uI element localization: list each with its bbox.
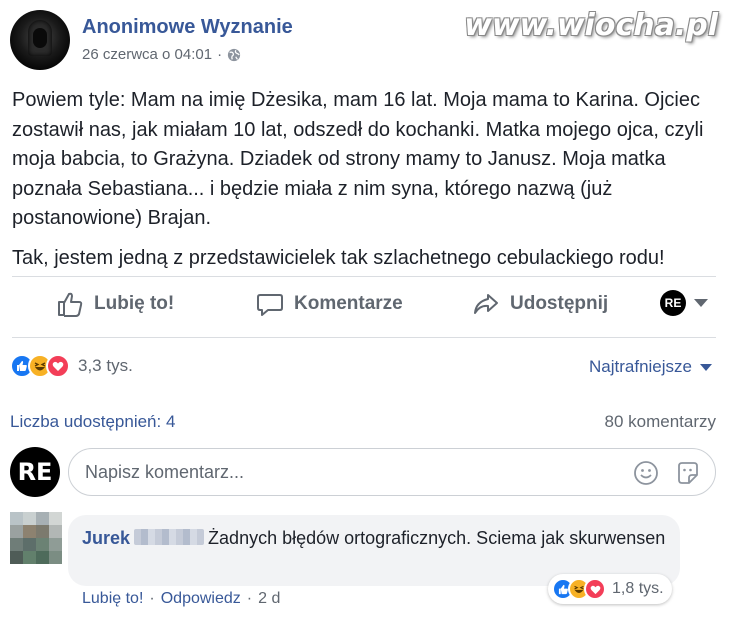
comment-author[interactable]: Jurek bbox=[82, 528, 130, 548]
post-date[interactable]: 26 czerwca o 04:01 bbox=[82, 46, 212, 63]
blurred-surname bbox=[134, 529, 205, 545]
share-arrow-icon bbox=[474, 294, 498, 314]
my-avatar[interactable]: RE bbox=[10, 447, 60, 497]
comment-reactions[interactable]: 1,8 tys. bbox=[548, 574, 672, 604]
comment-actions: Lubię to! · Odpowiedz · 2 d bbox=[82, 590, 280, 608]
divider bbox=[12, 337, 716, 338]
like-label: Lubię to! bbox=[94, 293, 175, 314]
love-reaction-icon bbox=[584, 578, 606, 600]
post-meta: 26 czerwca o 04:01 · bbox=[82, 46, 241, 63]
profile-badge: RE bbox=[660, 290, 686, 316]
comment-text: Żadnych błędów ortograficznych. Sciema j… bbox=[208, 528, 666, 548]
comment-icon bbox=[257, 294, 283, 316]
comment-reaction-count: 1,8 tys. bbox=[612, 580, 664, 597]
comment-like-link[interactable]: Lubię to! bbox=[82, 590, 143, 608]
comment-button[interactable]: Komentarze bbox=[256, 290, 403, 318]
page-name[interactable]: Anonimowe Wyznanie bbox=[82, 16, 293, 39]
commenter-avatar[interactable] bbox=[10, 512, 62, 564]
sticker-icon[interactable] bbox=[675, 460, 701, 486]
comment-label: Komentarze bbox=[294, 293, 403, 314]
post-body: Powiem tyle: Mam na imię Dżesika, mam 16… bbox=[12, 86, 717, 283]
action-separator: · bbox=[149, 590, 155, 607]
comment-sort-dropdown[interactable]: Najtrafniejsze bbox=[589, 357, 712, 377]
love-reaction-icon bbox=[46, 354, 70, 378]
action-separator: · bbox=[246, 590, 253, 607]
like-button[interactable]: Lubię to! bbox=[56, 290, 174, 318]
reaction-count: 3,3 tys. bbox=[78, 356, 133, 375]
share-button[interactable]: Udostępnij bbox=[472, 290, 608, 318]
post-paragraph: Tak, jestem jedną z przedstawicielek tak… bbox=[12, 246, 665, 269]
comments-count[interactable]: 80 komentarzy bbox=[605, 412, 717, 432]
emoji-icon[interactable] bbox=[633, 460, 659, 486]
comment-input[interactable] bbox=[85, 461, 605, 483]
meta-separator: · bbox=[217, 46, 223, 63]
post-as-selector[interactable]: RE bbox=[660, 290, 708, 316]
comment-age[interactable]: 2 d bbox=[258, 590, 280, 608]
sort-label: Najtrafniejsze bbox=[589, 357, 692, 376]
globe-icon bbox=[227, 48, 241, 61]
thumbs-up-icon bbox=[58, 292, 83, 317]
comment-composer[interactable] bbox=[68, 448, 716, 496]
page-avatar[interactable] bbox=[10, 10, 70, 70]
divider bbox=[12, 276, 716, 277]
post-paragraph: Powiem tyle: Mam na imię Dżesika, mam 16… bbox=[12, 89, 704, 229]
watermark: www.wiocha.pl bbox=[464, 8, 718, 43]
comment-reply-link[interactable]: Odpowiedz bbox=[161, 590, 241, 608]
chevron-down-icon bbox=[694, 299, 708, 307]
share-label: Udostępnij bbox=[510, 293, 609, 314]
reactions-summary[interactable]: 3,3 tys. bbox=[10, 354, 133, 378]
face-shadow bbox=[33, 28, 47, 48]
chevron-down-icon bbox=[700, 363, 712, 371]
shares-count-link[interactable]: Liczba udostępnień: 4 bbox=[10, 412, 175, 432]
